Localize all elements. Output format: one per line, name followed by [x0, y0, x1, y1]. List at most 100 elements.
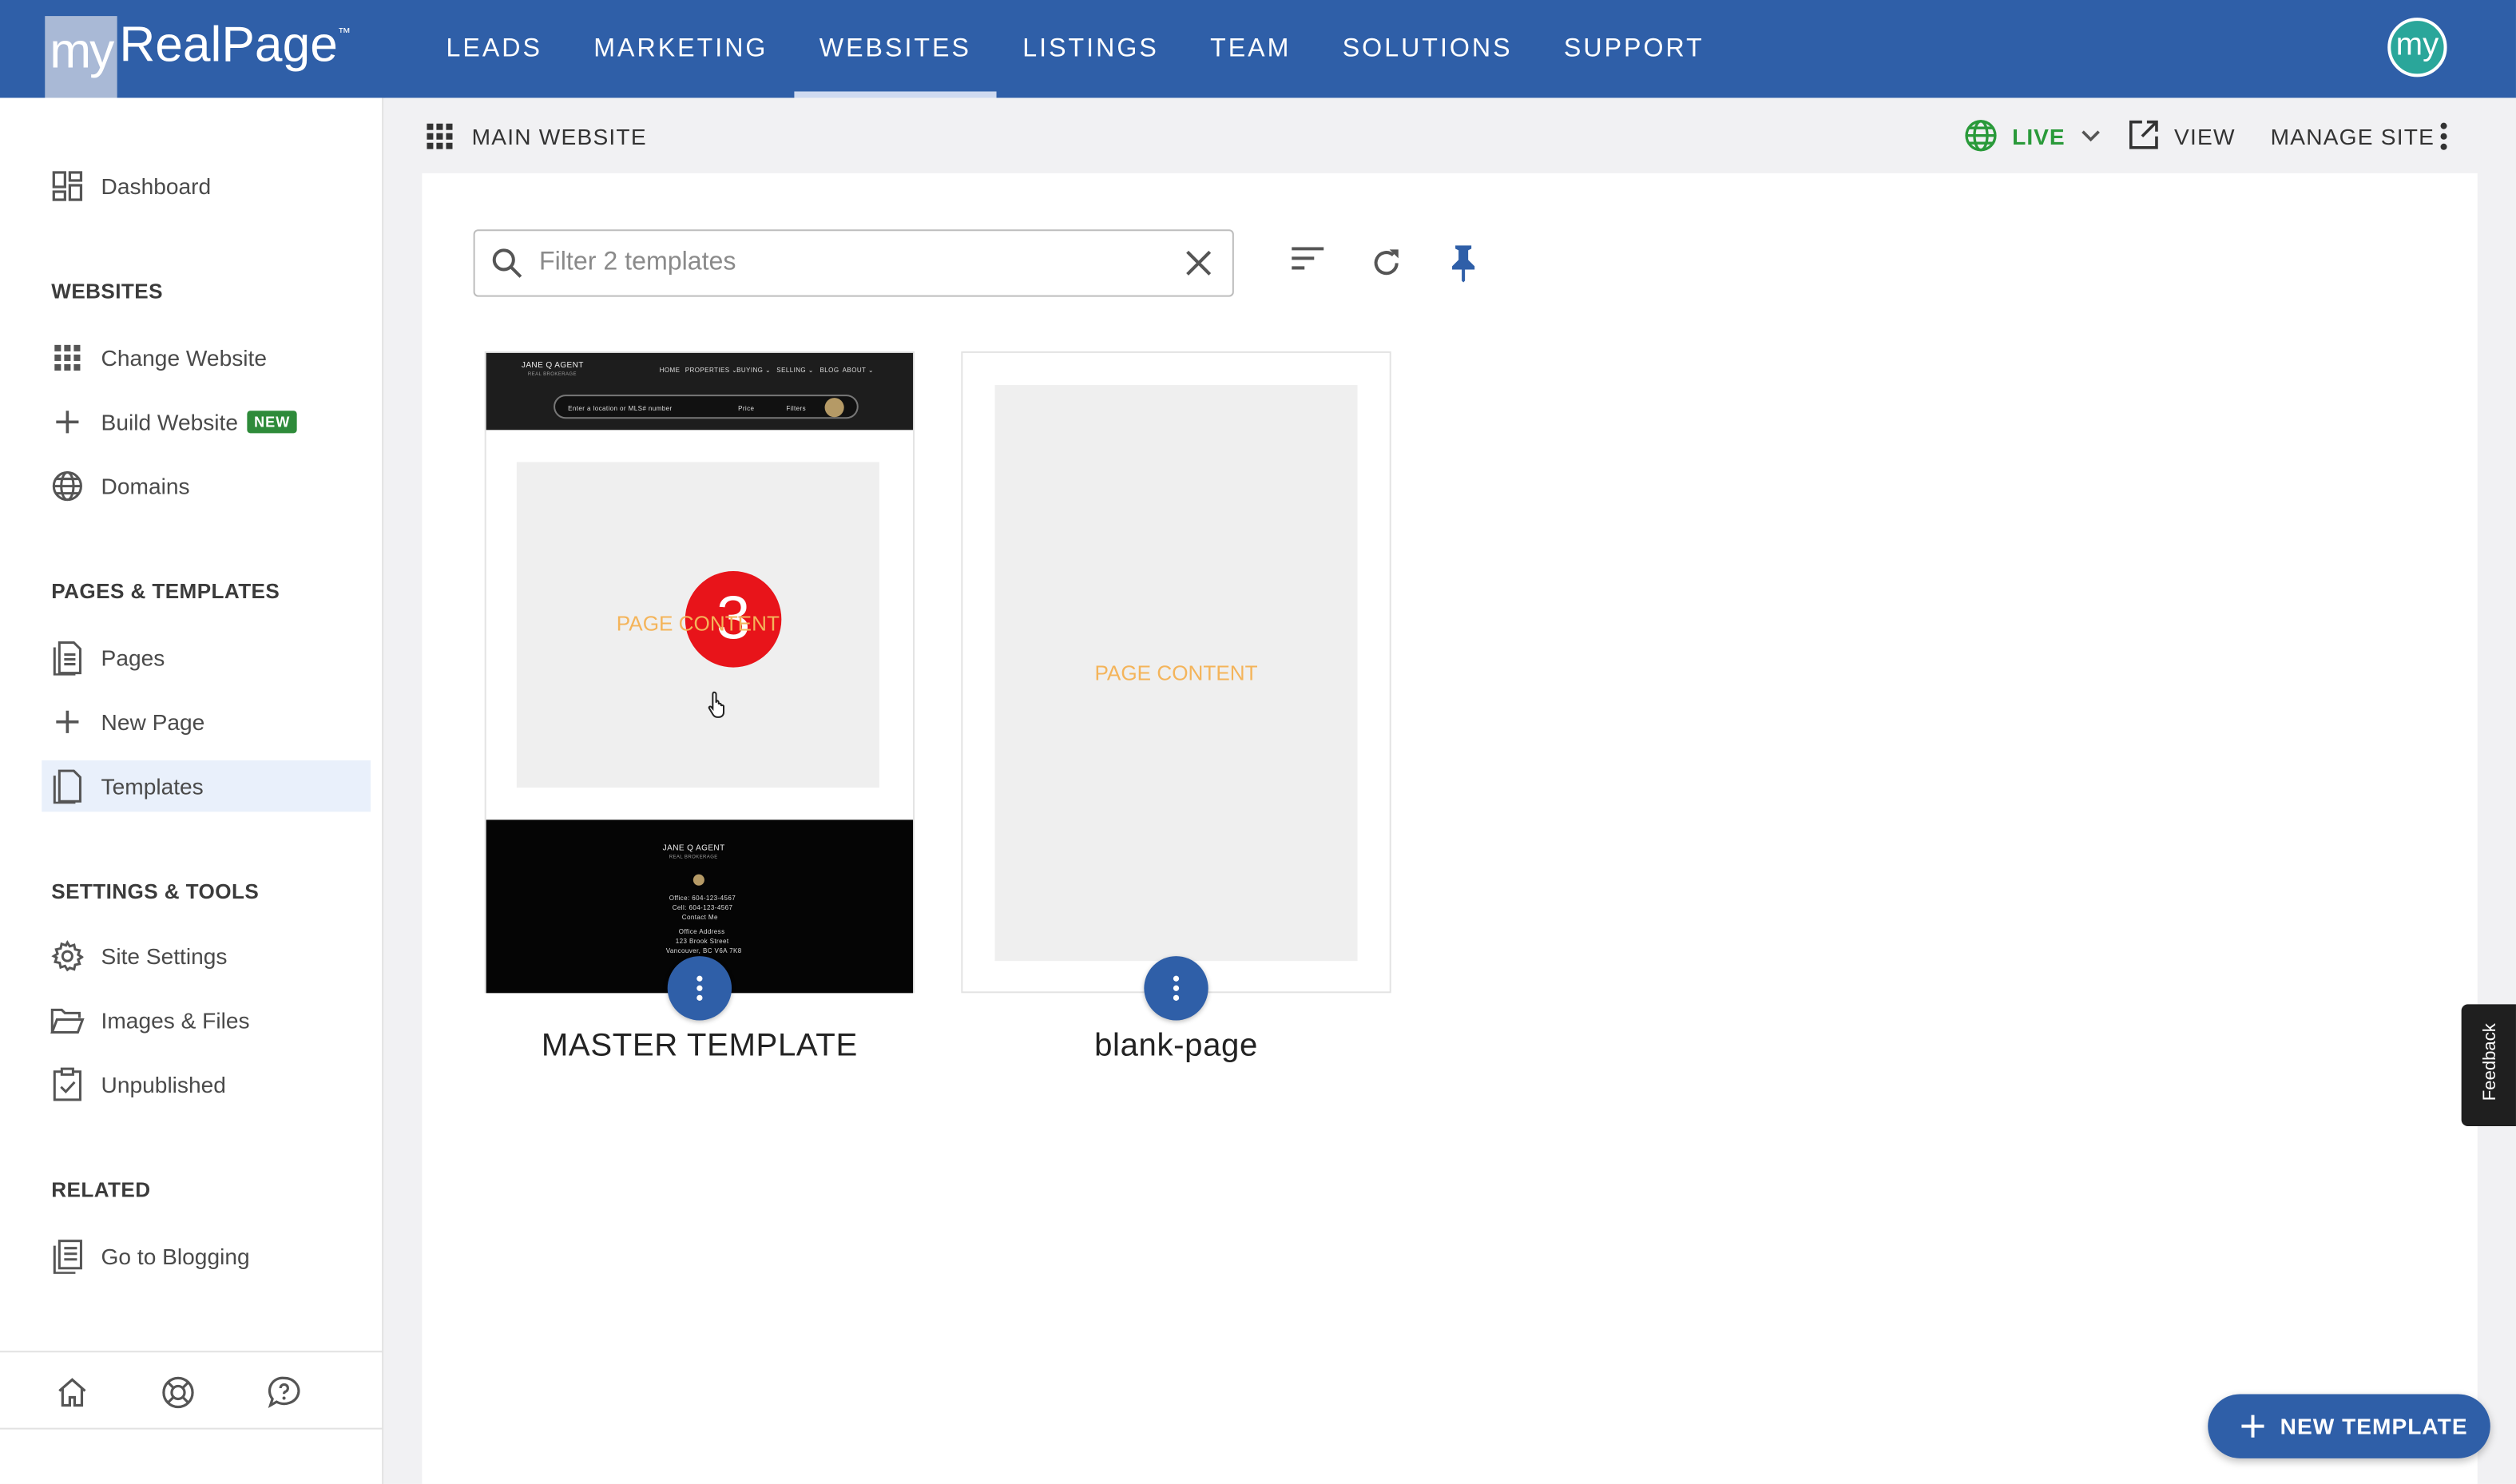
chevron-down-icon[interactable]: [2080, 124, 2102, 154]
sidebar-item-label: Change Website: [101, 344, 267, 371]
feedback-tab[interactable]: Feedback: [2461, 1004, 2516, 1127]
preview-footer-sub: REAL BROKERAGE: [669, 853, 718, 860]
plus-icon: [2241, 1415, 2264, 1438]
template-card-blank-page[interactable]: PAGE CONTENT: [961, 351, 1391, 1021]
website-title: MAIN WEBSITE: [471, 123, 647, 149]
sidebar-item-label: New Page: [101, 708, 205, 735]
sidebar-item-change-website[interactable]: Change Website: [42, 332, 371, 383]
sidebar-item-label: Dashboard: [101, 173, 212, 200]
page-content-area: 3 PAGE CONTENT: [516, 462, 879, 788]
template-card-master[interactable]: JANE Q AGENT REAL BROKERAGE HOME PROPERT…: [484, 351, 915, 1021]
sidebar-item-label: Site Settings: [101, 943, 228, 970]
grid-icon: [50, 340, 85, 375]
sidebar-item-images-files[interactable]: Images & Files: [42, 994, 371, 1046]
feedback-label: Feedback: [2480, 1023, 2500, 1101]
top-navbar: my RealPage ™ LEADS MARKETING WEBSITES L…: [0, 0, 2516, 98]
help-chat-icon[interactable]: [266, 1375, 301, 1410]
sidebar-item-new-page[interactable]: New Page: [42, 696, 371, 748]
page-content-label: PAGE CONTENT: [1094, 661, 1258, 685]
preview-filters: Filters: [786, 404, 807, 413]
preview-menu-blog: BLOG: [819, 365, 839, 375]
myrealpage-logo[interactable]: my RealPage ™: [45, 16, 351, 98]
nav-team[interactable]: TEAM: [1185, 0, 1317, 98]
nav-listings[interactable]: LISTINGS: [997, 0, 1185, 98]
settings-tools-heading: SETTINGS & TOOLS: [51, 879, 260, 903]
preview-agent-name: JANE Q AGENT: [521, 360, 584, 371]
new-badge: NEW: [248, 411, 297, 434]
more-vert-icon[interactable]: [2439, 122, 2449, 159]
sidebar-item-go-to-blogging[interactable]: Go to Blogging: [42, 1231, 371, 1282]
templates-icon: [50, 768, 85, 804]
preview-search-icon: [824, 398, 844, 418]
home-icon[interactable]: [54, 1375, 89, 1410]
sidebar-item-label: Pages: [101, 645, 165, 671]
nav-websites[interactable]: WEBSITES: [793, 0, 998, 98]
sidebar-item-dashboard[interactable]: Dashboard: [42, 161, 371, 212]
folder-open-icon: [50, 1002, 85, 1038]
sidebar-item-templates[interactable]: Templates: [42, 760, 371, 812]
preview-footer-line: Office: 604-123-4567: [669, 893, 736, 902]
lifebuoy-icon[interactable]: [161, 1375, 196, 1410]
globe-icon: [50, 469, 85, 504]
gear-icon: [50, 938, 85, 974]
close-icon[interactable]: [1185, 248, 1213, 285]
pin-icon[interactable]: [1449, 244, 1478, 290]
preview-footer-line: Office Address: [678, 927, 725, 936]
preview-search-placeholder: Enter a location or MLS# number: [568, 404, 673, 413]
preview-menu-properties: PROPERTIES ⌄: [685, 365, 738, 375]
new-template-button[interactable]: NEW TEMPLATE: [2208, 1394, 2490, 1458]
preview-footer-line: Vancouver, BC V6A 7K8: [665, 946, 742, 955]
sidebar-item-label: Build Website: [101, 409, 239, 435]
site-status-live[interactable]: LIVE: [2012, 124, 2066, 149]
preview-footer-line: Contact Me: [681, 912, 718, 921]
sidebar-item-unpublished[interactable]: Unpublished: [42, 1059, 371, 1110]
live-globe-icon: [1964, 119, 1998, 161]
preview-footer-logo: [692, 874, 704, 886]
template-name[interactable]: MASTER TEMPLATE: [485, 1029, 915, 1065]
more-vert-icon: [1173, 975, 1180, 1001]
sidebar-item-label: Go to Blogging: [101, 1243, 250, 1269]
pages-icon: [50, 640, 85, 676]
sort-icon[interactable]: [1292, 247, 1324, 277]
more-vert-icon: [696, 975, 703, 1001]
filter-templates-input[interactable]: [538, 245, 1149, 281]
nav-marketing[interactable]: MARKETING: [568, 0, 794, 98]
preview-footer-line: 123 Brook Street: [675, 937, 729, 946]
app-window: my RealPage ™ LEADS MARKETING WEBSITES L…: [0, 0, 2516, 1484]
user-avatar[interactable]: my: [2387, 18, 2447, 77]
related-heading: RELATED: [51, 1177, 151, 1202]
sidebar-item-label: Domains: [101, 473, 190, 499]
logo-name: RealPage: [119, 16, 338, 73]
manage-site-button[interactable]: MANAGE SITE: [2271, 124, 2435, 149]
sidebar-item-domains[interactable]: Domains: [42, 460, 371, 511]
template-menu-button[interactable]: [1144, 956, 1208, 1021]
preview-menu-home: HOME: [659, 365, 681, 375]
preview-menu-selling: SELLING ⌄: [776, 365, 814, 375]
nav-solutions[interactable]: SOLUTIONS: [1317, 0, 1538, 98]
plus-icon: [50, 704, 85, 740]
external-link-icon[interactable]: [2128, 119, 2160, 159]
preview-footer-agent: JANE Q AGENT: [662, 843, 725, 854]
sidebar-footer: [0, 1351, 384, 1430]
clipboard-check-icon: [50, 1067, 85, 1102]
refresh-icon[interactable]: [1371, 247, 1403, 287]
dashboard-icon: [50, 169, 85, 204]
nav-support[interactable]: SUPPORT: [1538, 0, 1730, 98]
sidebar-item-build-website[interactable]: Build Website NEW: [42, 396, 371, 447]
hand-cursor-icon: [708, 690, 730, 727]
template-name[interactable]: blank-page: [961, 1029, 1391, 1065]
sidebar-item-site-settings[interactable]: Site Settings: [42, 930, 371, 982]
preview-header: JANE Q AGENT REAL BROKERAGE HOME PROPERT…: [486, 352, 914, 431]
preview-menu-about: ABOUT ⌄: [842, 365, 875, 375]
templates-panel: JANE Q AGENT REAL BROKERAGE HOME PROPERT…: [422, 173, 2478, 1484]
nav-leads[interactable]: LEADS: [420, 0, 568, 98]
main-nav: LEADS MARKETING WEBSITES LISTINGS TEAM S…: [420, 0, 1730, 98]
sidebar-item-pages[interactable]: Pages: [42, 632, 371, 683]
preview-footer-line: Cell: 604-123-4567: [672, 903, 733, 911]
preview-price: Price: [738, 404, 755, 413]
view-site-button[interactable]: VIEW: [2174, 124, 2236, 149]
preview-menu-buying: BUYING ⌄: [736, 365, 772, 375]
pages-templates-heading: PAGES & TEMPLATES: [51, 579, 280, 604]
template-menu-button[interactable]: [667, 956, 732, 1021]
apps-grid-icon[interactable]: [427, 123, 453, 157]
